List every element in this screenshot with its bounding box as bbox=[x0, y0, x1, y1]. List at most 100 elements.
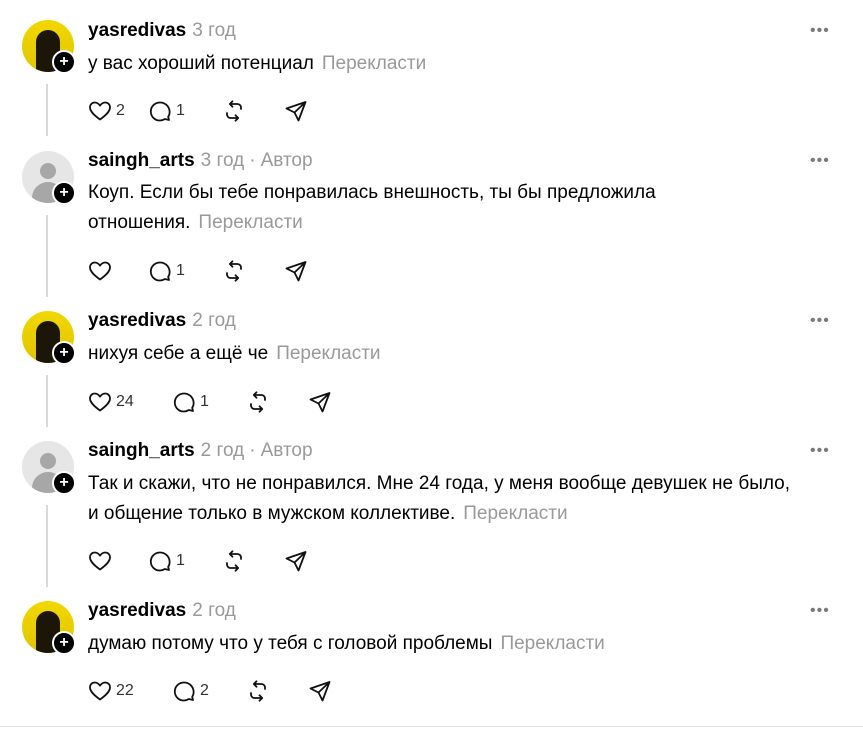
more-icon[interactable]: ••• bbox=[810, 312, 830, 330]
repost-button[interactable] bbox=[246, 677, 308, 705]
post-body: у вас хороший потенциал bbox=[88, 53, 314, 74]
share-button[interactable] bbox=[284, 257, 308, 285]
username[interactable]: saingh_arts bbox=[88, 440, 195, 461]
follow-button[interactable]: + bbox=[52, 631, 76, 655]
reply-count: 1 bbox=[200, 393, 209, 410]
thread-line bbox=[46, 375, 48, 427]
comment-icon bbox=[173, 681, 195, 702]
reply-button[interactable]: 1 bbox=[148, 97, 222, 125]
heart-icon bbox=[89, 681, 111, 701]
comment-icon bbox=[149, 551, 171, 572]
avatar[interactable]: + bbox=[22, 311, 76, 365]
avatar[interactable]: + bbox=[22, 20, 76, 74]
like-count: 22 bbox=[116, 682, 134, 699]
like-button[interactable] bbox=[88, 547, 148, 575]
more-icon[interactable]: ••• bbox=[810, 602, 830, 620]
username[interactable]: yasredivas bbox=[88, 310, 186, 331]
follow-button[interactable]: + bbox=[52, 341, 76, 365]
translate-link[interactable]: Перекласти bbox=[500, 633, 604, 654]
like-count: 24 bbox=[116, 393, 134, 410]
repost-icon bbox=[226, 550, 242, 572]
thread-line bbox=[46, 505, 48, 587]
post-meta: yasredivas 2 год bbox=[88, 599, 236, 623]
like-button[interactable]: 22 bbox=[88, 677, 172, 705]
like-button[interactable]: 2 bbox=[88, 97, 148, 125]
follow-button[interactable]: + bbox=[52, 181, 76, 205]
timestamp[interactable]: 2 год bbox=[192, 310, 236, 331]
follow-button[interactable]: + bbox=[52, 50, 76, 74]
translate-link[interactable]: Перекласти bbox=[322, 53, 426, 74]
reply-button[interactable]: 1 bbox=[172, 388, 246, 416]
post-text: Коуп. Если бы тебе понравилась внешность… bbox=[88, 178, 728, 238]
timestamp[interactable]: 2 год bbox=[201, 440, 245, 461]
share-button[interactable] bbox=[308, 677, 332, 705]
post-meta: saingh_arts 2 год · Автор bbox=[88, 439, 313, 463]
more-icon[interactable]: ••• bbox=[810, 152, 830, 170]
reply-button[interactable]: 2 bbox=[172, 677, 246, 705]
plus-icon: + bbox=[59, 634, 69, 651]
translate-link[interactable]: Перекласти bbox=[276, 343, 380, 364]
translate-link[interactable]: Перекласти bbox=[198, 212, 302, 233]
timestamp[interactable]: 3 год bbox=[192, 20, 236, 41]
comment-icon bbox=[149, 261, 171, 282]
more-icon[interactable]: ••• bbox=[810, 442, 830, 460]
reply-count: 1 bbox=[176, 552, 185, 569]
post-body: нихуя себе а ещё че bbox=[88, 343, 269, 364]
reply-count: 1 bbox=[176, 102, 185, 119]
repost-icon bbox=[250, 680, 266, 702]
repost-button[interactable] bbox=[222, 257, 284, 285]
like-button[interactable]: 24 bbox=[88, 388, 172, 416]
reply-count: 1 bbox=[176, 262, 185, 279]
heart-icon bbox=[89, 392, 111, 412]
heart-icon bbox=[89, 101, 111, 121]
repost-icon bbox=[226, 260, 242, 282]
author-label: Автор bbox=[260, 440, 313, 461]
username[interactable]: yasredivas bbox=[88, 20, 186, 41]
comment-icon bbox=[149, 101, 171, 122]
thread-line bbox=[46, 215, 48, 297]
post-actions: 24 1 bbox=[88, 388, 332, 416]
post-meta: saingh_arts 3 год · Автор bbox=[88, 149, 313, 173]
plus-icon: + bbox=[59, 344, 69, 361]
send-icon bbox=[309, 681, 331, 702]
share-button[interactable] bbox=[308, 388, 332, 416]
repost-icon bbox=[226, 100, 242, 122]
post-meta: yasredivas 3 год bbox=[88, 19, 236, 43]
repost-icon bbox=[250, 391, 266, 413]
post-text: нихуя себе а ещё че Перекласти bbox=[88, 339, 788, 369]
post-actions: 1 bbox=[88, 257, 308, 285]
separator: · bbox=[249, 440, 256, 461]
repost-button[interactable] bbox=[222, 97, 284, 125]
username[interactable]: yasredivas bbox=[88, 600, 186, 621]
reply-thread: + yasredivas 3 год ••• у вас хороший поте… bbox=[0, 0, 863, 734]
follow-button[interactable]: + bbox=[52, 471, 76, 495]
timestamp[interactable]: 3 год bbox=[201, 150, 245, 171]
avatar[interactable]: + bbox=[22, 441, 76, 495]
post-body: Так и скажи, что не понравился. Мне 24 г… bbox=[88, 473, 791, 524]
post-text: у вас хороший потенциал Перекласти bbox=[88, 49, 788, 79]
repost-button[interactable] bbox=[222, 547, 284, 575]
heart-icon bbox=[89, 261, 111, 281]
plus-icon: + bbox=[59, 474, 69, 491]
post-text: думаю потому что у тебя с головой пробле… bbox=[88, 629, 788, 659]
avatar[interactable]: + bbox=[22, 601, 76, 655]
like-count: 2 bbox=[116, 102, 125, 119]
post-body: Коуп. Если бы тебе понравилась внешность… bbox=[88, 182, 656, 233]
avatar[interactable]: + bbox=[22, 151, 76, 205]
comment-icon bbox=[173, 392, 195, 413]
send-icon bbox=[309, 392, 331, 413]
share-button[interactable] bbox=[284, 97, 308, 125]
reply-button[interactable]: 1 bbox=[148, 257, 222, 285]
reply-button[interactable]: 1 bbox=[148, 547, 222, 575]
timestamp[interactable]: 2 год bbox=[192, 600, 236, 621]
plus-icon: + bbox=[59, 53, 69, 70]
more-icon[interactable]: ••• bbox=[810, 22, 830, 40]
post-text: Так и скажи, что не понравился. Мне 24 г… bbox=[88, 469, 798, 529]
like-button[interactable] bbox=[88, 257, 148, 285]
translate-link[interactable]: Перекласти bbox=[463, 503, 567, 524]
send-icon bbox=[285, 551, 307, 572]
repost-button[interactable] bbox=[246, 388, 308, 416]
username[interactable]: saingh_arts bbox=[88, 150, 195, 171]
post-actions: 22 2 bbox=[88, 677, 332, 705]
share-button[interactable] bbox=[284, 547, 308, 575]
